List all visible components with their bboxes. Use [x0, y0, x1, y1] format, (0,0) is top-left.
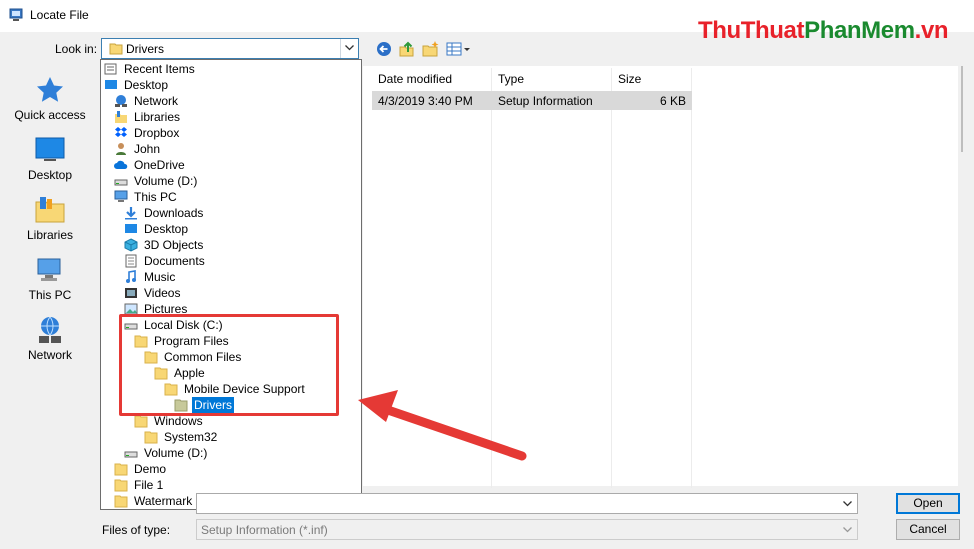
libraries-icon — [115, 111, 127, 123]
drive-icon — [124, 451, 138, 458]
cloud-icon — [114, 160, 128, 169]
computer-icon — [114, 190, 128, 202]
lookin-dropdown-list: Recent Items Desktop Network Libraries D… — [100, 59, 362, 510]
view-menu-icon[interactable] — [446, 40, 472, 58]
computer-icon — [37, 258, 61, 281]
dropbox-icon — [115, 127, 127, 137]
download-icon — [125, 207, 137, 220]
lookin-value: Drivers — [126, 42, 164, 56]
document-icon — [125, 254, 137, 268]
file-name-input[interactable] — [196, 493, 858, 514]
cancel-button[interactable]: Cancel — [896, 519, 960, 540]
lookin-dropdown-button[interactable] — [340, 39, 358, 58]
drive-icon — [114, 179, 128, 186]
files-of-type-value: Setup Information (*.inf) — [201, 523, 328, 537]
folder-icon — [144, 431, 158, 444]
folder-icon — [134, 415, 148, 428]
music-icon — [126, 270, 136, 283]
chevron-down-icon — [843, 527, 852, 533]
chevron-down-icon[interactable] — [843, 501, 852, 507]
star-icon — [37, 77, 63, 102]
folder-icon — [114, 463, 128, 476]
up-folder-icon[interactable] — [398, 40, 416, 58]
desktop-icon — [125, 224, 137, 233]
col-date[interactable]: Date modified — [372, 68, 452, 90]
file-date: 4/3/2019 3:40 PM — [378, 94, 473, 108]
folder-icon — [109, 43, 123, 55]
lookin-label: Look in: — [55, 42, 98, 56]
folder-icon — [114, 495, 128, 508]
col-type[interactable]: Type — [492, 68, 524, 90]
lookin-combo[interactable]: Drivers — [101, 38, 359, 59]
watermark: ThuThuatPhanMem.vn — [698, 17, 949, 44]
col-size[interactable]: Size — [612, 68, 641, 90]
libraries-icon — [35, 197, 65, 223]
files-of-type-select[interactable]: Setup Information (*.inf) — [196, 519, 858, 540]
desktop-icon — [105, 80, 117, 89]
chevron-down-icon — [345, 45, 354, 51]
file-size: 6 KB — [660, 94, 687, 108]
folder-icon — [114, 479, 128, 492]
files-of-type-label: Files of type: — [102, 523, 171, 537]
open-button[interactable]: Open — [896, 493, 960, 514]
cube-icon — [124, 238, 138, 252]
back-icon[interactable] — [376, 40, 394, 58]
desktop-icon — [35, 137, 65, 161]
new-folder-icon[interactable] — [422, 40, 440, 58]
network-icon — [39, 316, 61, 343]
highlight-box — [119, 314, 339, 416]
table-row[interactable]: 4/3/2019 3:40 PM Setup Information 6 KB — [372, 91, 692, 110]
app-icon — [9, 8, 23, 21]
annotation-arrow-icon — [358, 390, 527, 461]
vertical-scrollbar[interactable] — [958, 66, 974, 486]
video-icon — [125, 288, 137, 298]
network-icon — [115, 95, 127, 107]
window-title: Locate File — [30, 8, 89, 22]
user-icon — [116, 143, 126, 155]
file-type: Setup Information — [498, 94, 593, 108]
recent-items-icon — [104, 63, 117, 75]
